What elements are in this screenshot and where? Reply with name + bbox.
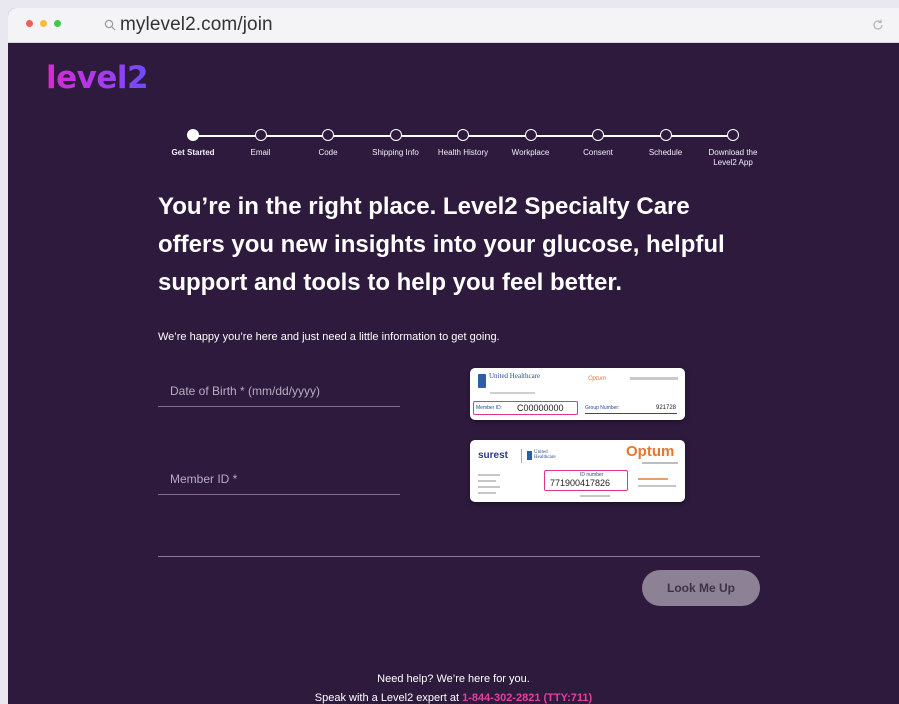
minimize-window-button[interactable] — [40, 20, 47, 27]
reload-icon[interactable] — [871, 18, 885, 32]
phone-link[interactable]: 1-844-302-2821 (TTY:711) — [462, 692, 592, 704]
progress-stepper: Get Started Email Code Shipping Info Health … — [158, 118, 778, 178]
step-label: Schedule — [648, 148, 683, 157]
card-text-placeholder — [630, 377, 678, 380]
member-id-value: C00000000 — [517, 403, 564, 413]
group-number-value: 921728 — [656, 405, 677, 411]
close-window-button[interactable] — [26, 20, 33, 27]
group-number-label: Group Number: — [585, 405, 620, 411]
member-id-input[interactable] — [158, 464, 400, 494]
surest-insurance-card-image: surest United Healthcare Optum ID number… — [470, 440, 685, 502]
card-text-placeholder — [638, 478, 668, 480]
uhc-shield-icon — [527, 451, 532, 460]
search-icon — [104, 19, 116, 31]
optum-mark: Optum — [588, 376, 607, 382]
card-text-placeholder — [478, 480, 496, 482]
headline-line: You’re in the right place. Level2 Specia… — [158, 193, 690, 220]
dob-input[interactable] — [158, 376, 400, 406]
member-id-label: Member ID: — [476, 405, 503, 411]
step-indicator — [659, 129, 672, 141]
step-indicator — [322, 129, 334, 141]
step-indicator — [727, 129, 739, 141]
uhc-brand: United Healthcare — [489, 372, 541, 380]
card-text-placeholder — [490, 392, 535, 394]
window-controls — [26, 20, 61, 27]
card-text-placeholder — [478, 486, 500, 488]
help-heading: Need help? We’re here for you. — [377, 673, 530, 685]
step-indicator — [524, 129, 537, 141]
id-number-value: 771900417826 — [550, 478, 611, 488]
step-indicator — [389, 129, 402, 141]
address-bar: mylevel2.com/join — [8, 8, 899, 43]
uhc-insurance-card-image: United Healthcare Optum Member ID: C0000… — [470, 368, 685, 420]
look-me-up-button[interactable]: Look Me Up — [642, 570, 760, 606]
headline-line: offers you new insights into your glucos… — [158, 231, 725, 258]
optum-logo: Optum — [626, 443, 675, 460]
step-label: Download the Level2 App — [708, 148, 758, 167]
card-text-placeholder — [580, 495, 610, 497]
card-text-placeholder — [478, 492, 496, 494]
form-divider — [158, 556, 760, 557]
card-rule — [585, 413, 677, 414]
member-id-field — [158, 464, 400, 495]
browser-window: mylevel2.com/join level2 Get Started Emai… — [8, 8, 899, 704]
url-field[interactable]: mylevel2.com/join — [120, 14, 273, 36]
card-text-placeholder — [638, 485, 676, 487]
help-contact-line: Speak with a Level2 expert at 1-844-302-… — [8, 692, 899, 704]
step-indicator — [592, 129, 604, 141]
uhc-brand: United Healthcare — [534, 450, 556, 460]
surest-brand: surest — [478, 450, 509, 461]
headline-line: support and tools to help you feel bette… — [158, 269, 623, 296]
card-text-placeholder — [478, 474, 500, 476]
level2-logo[interactable]: level2 — [46, 60, 149, 96]
card-divider — [521, 449, 522, 463]
page-headline: You’re in the right place. Level2 Specia… — [158, 188, 798, 302]
card-text-placeholder — [642, 462, 678, 464]
dob-field — [158, 376, 400, 407]
intro-text: We’re happy you’re here and just need a … — [158, 331, 500, 343]
uhc-shield-icon — [478, 374, 486, 388]
step-indicator — [187, 129, 199, 141]
help-contact-text: Speak with a Level2 expert at — [314, 692, 463, 704]
zoom-window-button[interactable] — [54, 20, 61, 27]
step-indicator — [457, 129, 469, 141]
step-indicator — [254, 129, 267, 141]
